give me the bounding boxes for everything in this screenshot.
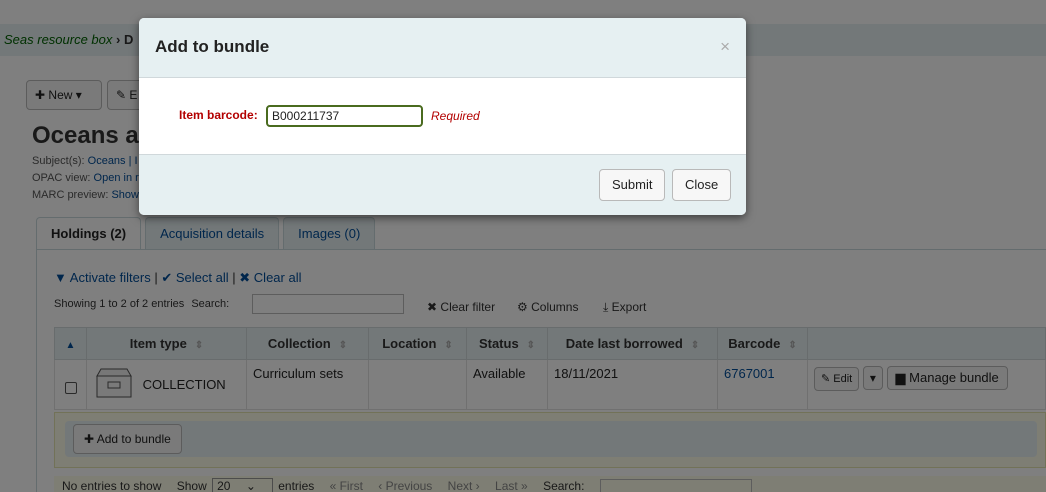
close-icon[interactable]: × [720,37,730,57]
modal-footer: Submit Close [139,154,746,215]
barcode-label: Item barcode: [179,108,258,122]
modal-body: Item barcode: Required [139,78,746,154]
barcode-input[interactable] [266,105,423,127]
add-to-bundle-modal: Add to bundle × Item barcode: Required S… [139,18,746,215]
required-text: Required [431,109,480,123]
page: Seas resource box › D ✚ New ▾ ✎ E Oceans… [0,0,1046,492]
submit-button[interactable]: Submit [599,169,666,201]
modal-title: Add to bundle [155,37,270,56]
modal-header: Add to bundle × [139,18,746,78]
close-button[interactable]: Close [672,169,732,201]
